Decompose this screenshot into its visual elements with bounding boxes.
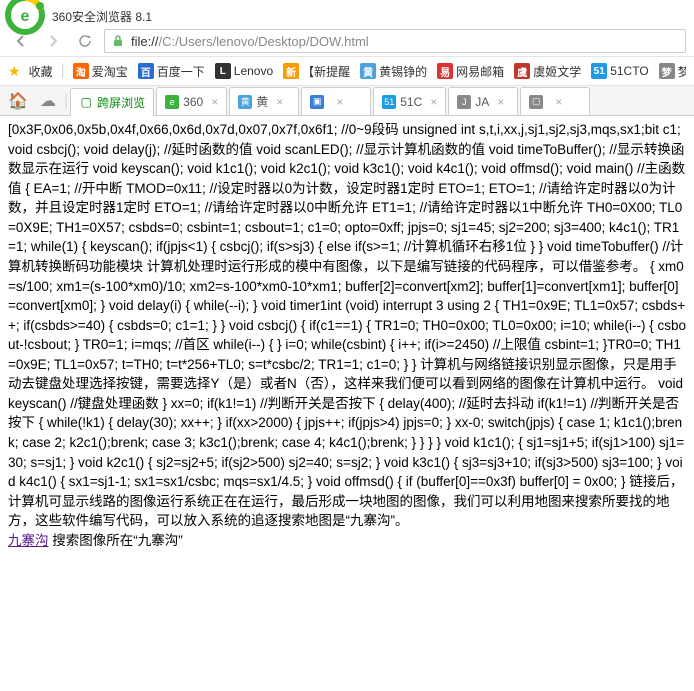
tab-label: 跨屏浏览 — [97, 94, 145, 111]
cloud-icon[interactable]: ☁ — [34, 87, 62, 115]
home-icon[interactable]: 🏠 — [4, 87, 32, 115]
svg-text:e: e — [21, 8, 30, 25]
screen-icon: ▢ — [79, 95, 93, 109]
url-bar[interactable]: file:///C:/Users/lenovo/Desktop/DOW.html — [104, 29, 686, 53]
bookmark-7[interactable]: 5151CTO — [591, 63, 648, 80]
bookmark-8[interactable]: 梦梦 — [659, 63, 686, 80]
bookmark-0[interactable]: 淘爱淘宝 — [73, 63, 128, 80]
bookmark-4[interactable]: 黄黄锡铮的 — [360, 63, 427, 80]
tab-bar: 🏠 ☁ | ▢ 跨屏浏览 e360×黄黄×▣×5151C×JJA×▢× — [0, 86, 694, 116]
tab-1[interactable]: 黄黄× — [229, 87, 299, 115]
favorites-label[interactable]: 收藏 — [29, 63, 53, 80]
bookmarks-bar: ★ 收藏 | 淘爱淘宝百百度一下LLenovo新【新提醒黄黄锡铮的易网易邮箱虞虞… — [0, 56, 694, 86]
tab-2[interactable]: ▣× — [301, 87, 371, 115]
bookmark-1[interactable]: 百百度一下 — [138, 63, 205, 80]
tail-text: 搜索图像所在“九寨沟” — [49, 533, 183, 548]
refresh-button[interactable] — [72, 30, 98, 52]
lock-icon — [111, 34, 125, 48]
tab-0[interactable]: e360× — [156, 87, 227, 115]
bookmark-6[interactable]: 虞虞姬文学 — [514, 63, 581, 80]
star-icon[interactable]: ★ — [8, 63, 21, 80]
tab-kuaping[interactable]: ▢ 跨屏浏览 — [70, 88, 154, 116]
url-text: file:///C:/Users/lenovo/Desktop/DOW.html — [131, 34, 679, 49]
tab-5[interactable]: ▢× — [520, 87, 590, 115]
bookmark-2[interactable]: LLenovo — [215, 63, 273, 80]
bookmark-3[interactable]: 新【新提醒 — [283, 63, 350, 80]
window-title: 360安全浏览器 8.1 — [52, 2, 152, 25]
tab-4[interactable]: JJA× — [448, 87, 518, 115]
tab-3[interactable]: 5151C× — [373, 87, 446, 115]
page-content: [0x3F,0x06,0x5b,0x4f,0x66,0x6d,0x7d,0x07… — [0, 116, 694, 687]
browser-logo-icon: e — [4, 0, 46, 36]
bookmark-5[interactable]: 易网易邮箱 — [437, 63, 504, 80]
jiuzhaigou-link[interactable]: 九寨沟 — [8, 533, 49, 548]
